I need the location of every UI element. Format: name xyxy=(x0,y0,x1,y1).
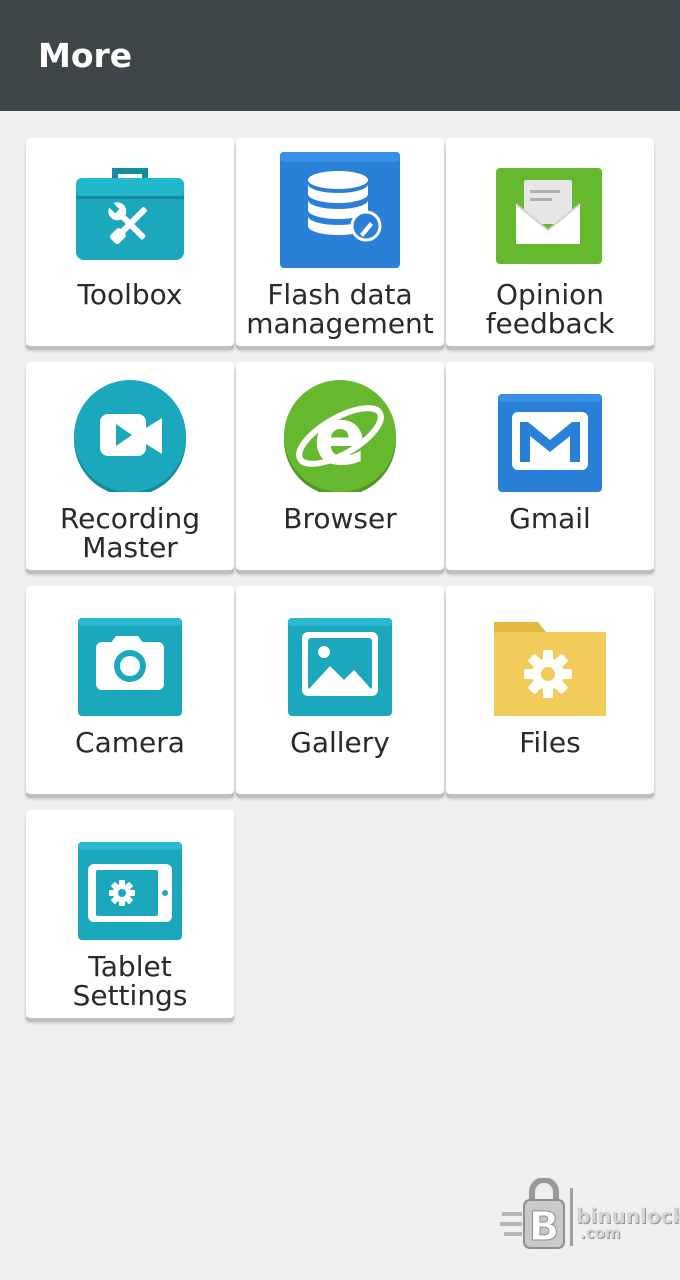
app-label: Camera xyxy=(75,726,185,759)
toolbox-icon xyxy=(76,168,184,260)
browser-e-icon: e xyxy=(284,380,396,492)
app-tile-flash-data-management[interactable]: Flash data management xyxy=(236,138,444,346)
app-tile-gallery[interactable]: Gallery xyxy=(236,586,444,794)
tablet-settings-icon xyxy=(78,842,182,940)
app-label: Flash data xyxy=(267,278,413,311)
app-label: Browser xyxy=(283,502,397,535)
lock-logo-icon: B xyxy=(500,1177,573,1251)
app-tile-gmail[interactable]: Gmail xyxy=(446,362,654,570)
app-label: Recording xyxy=(59,502,201,535)
envelope-icon xyxy=(496,168,602,264)
app-label: Gmail xyxy=(509,502,591,535)
app-tile-toolbox[interactable]: Toolbox xyxy=(26,138,234,346)
video-camera-icon xyxy=(74,380,186,492)
app-label: Tablet xyxy=(88,950,172,983)
app-label: Opinion xyxy=(496,278,604,311)
app-tile-opinion-feedback[interactable]: Opinion feedback xyxy=(446,138,654,346)
app-label: Toolbox xyxy=(77,278,183,311)
camera-icon xyxy=(78,618,182,716)
app-tile-tablet-settings[interactable]: Tablet Settings xyxy=(26,810,234,1018)
app-tile-files[interactable]: Files xyxy=(446,586,654,794)
app-label: Gallery xyxy=(290,726,390,759)
app-label: Files xyxy=(519,726,581,759)
app-tile-recording-master[interactable]: Recording Master xyxy=(26,362,234,570)
svg-text:B: B xyxy=(529,1204,560,1250)
app-label-line2: management xyxy=(246,307,434,340)
page-title: More xyxy=(38,36,133,75)
folder-gear-icon xyxy=(494,622,606,716)
app-label-line2: feedback xyxy=(485,307,615,340)
app-label-line2: Master xyxy=(82,531,178,564)
app-bar: More xyxy=(0,0,680,111)
gmail-icon xyxy=(498,394,602,492)
app-tile-camera[interactable]: Camera xyxy=(26,586,234,794)
watermark: B binunlock .com xyxy=(498,1177,680,1252)
gallery-icon xyxy=(288,618,392,716)
app-label-line2: Settings xyxy=(72,979,188,1012)
app-tile-browser[interactable]: e Browser xyxy=(236,362,444,570)
watermark-domain: .com xyxy=(580,1224,621,1242)
database-icon xyxy=(280,152,400,268)
